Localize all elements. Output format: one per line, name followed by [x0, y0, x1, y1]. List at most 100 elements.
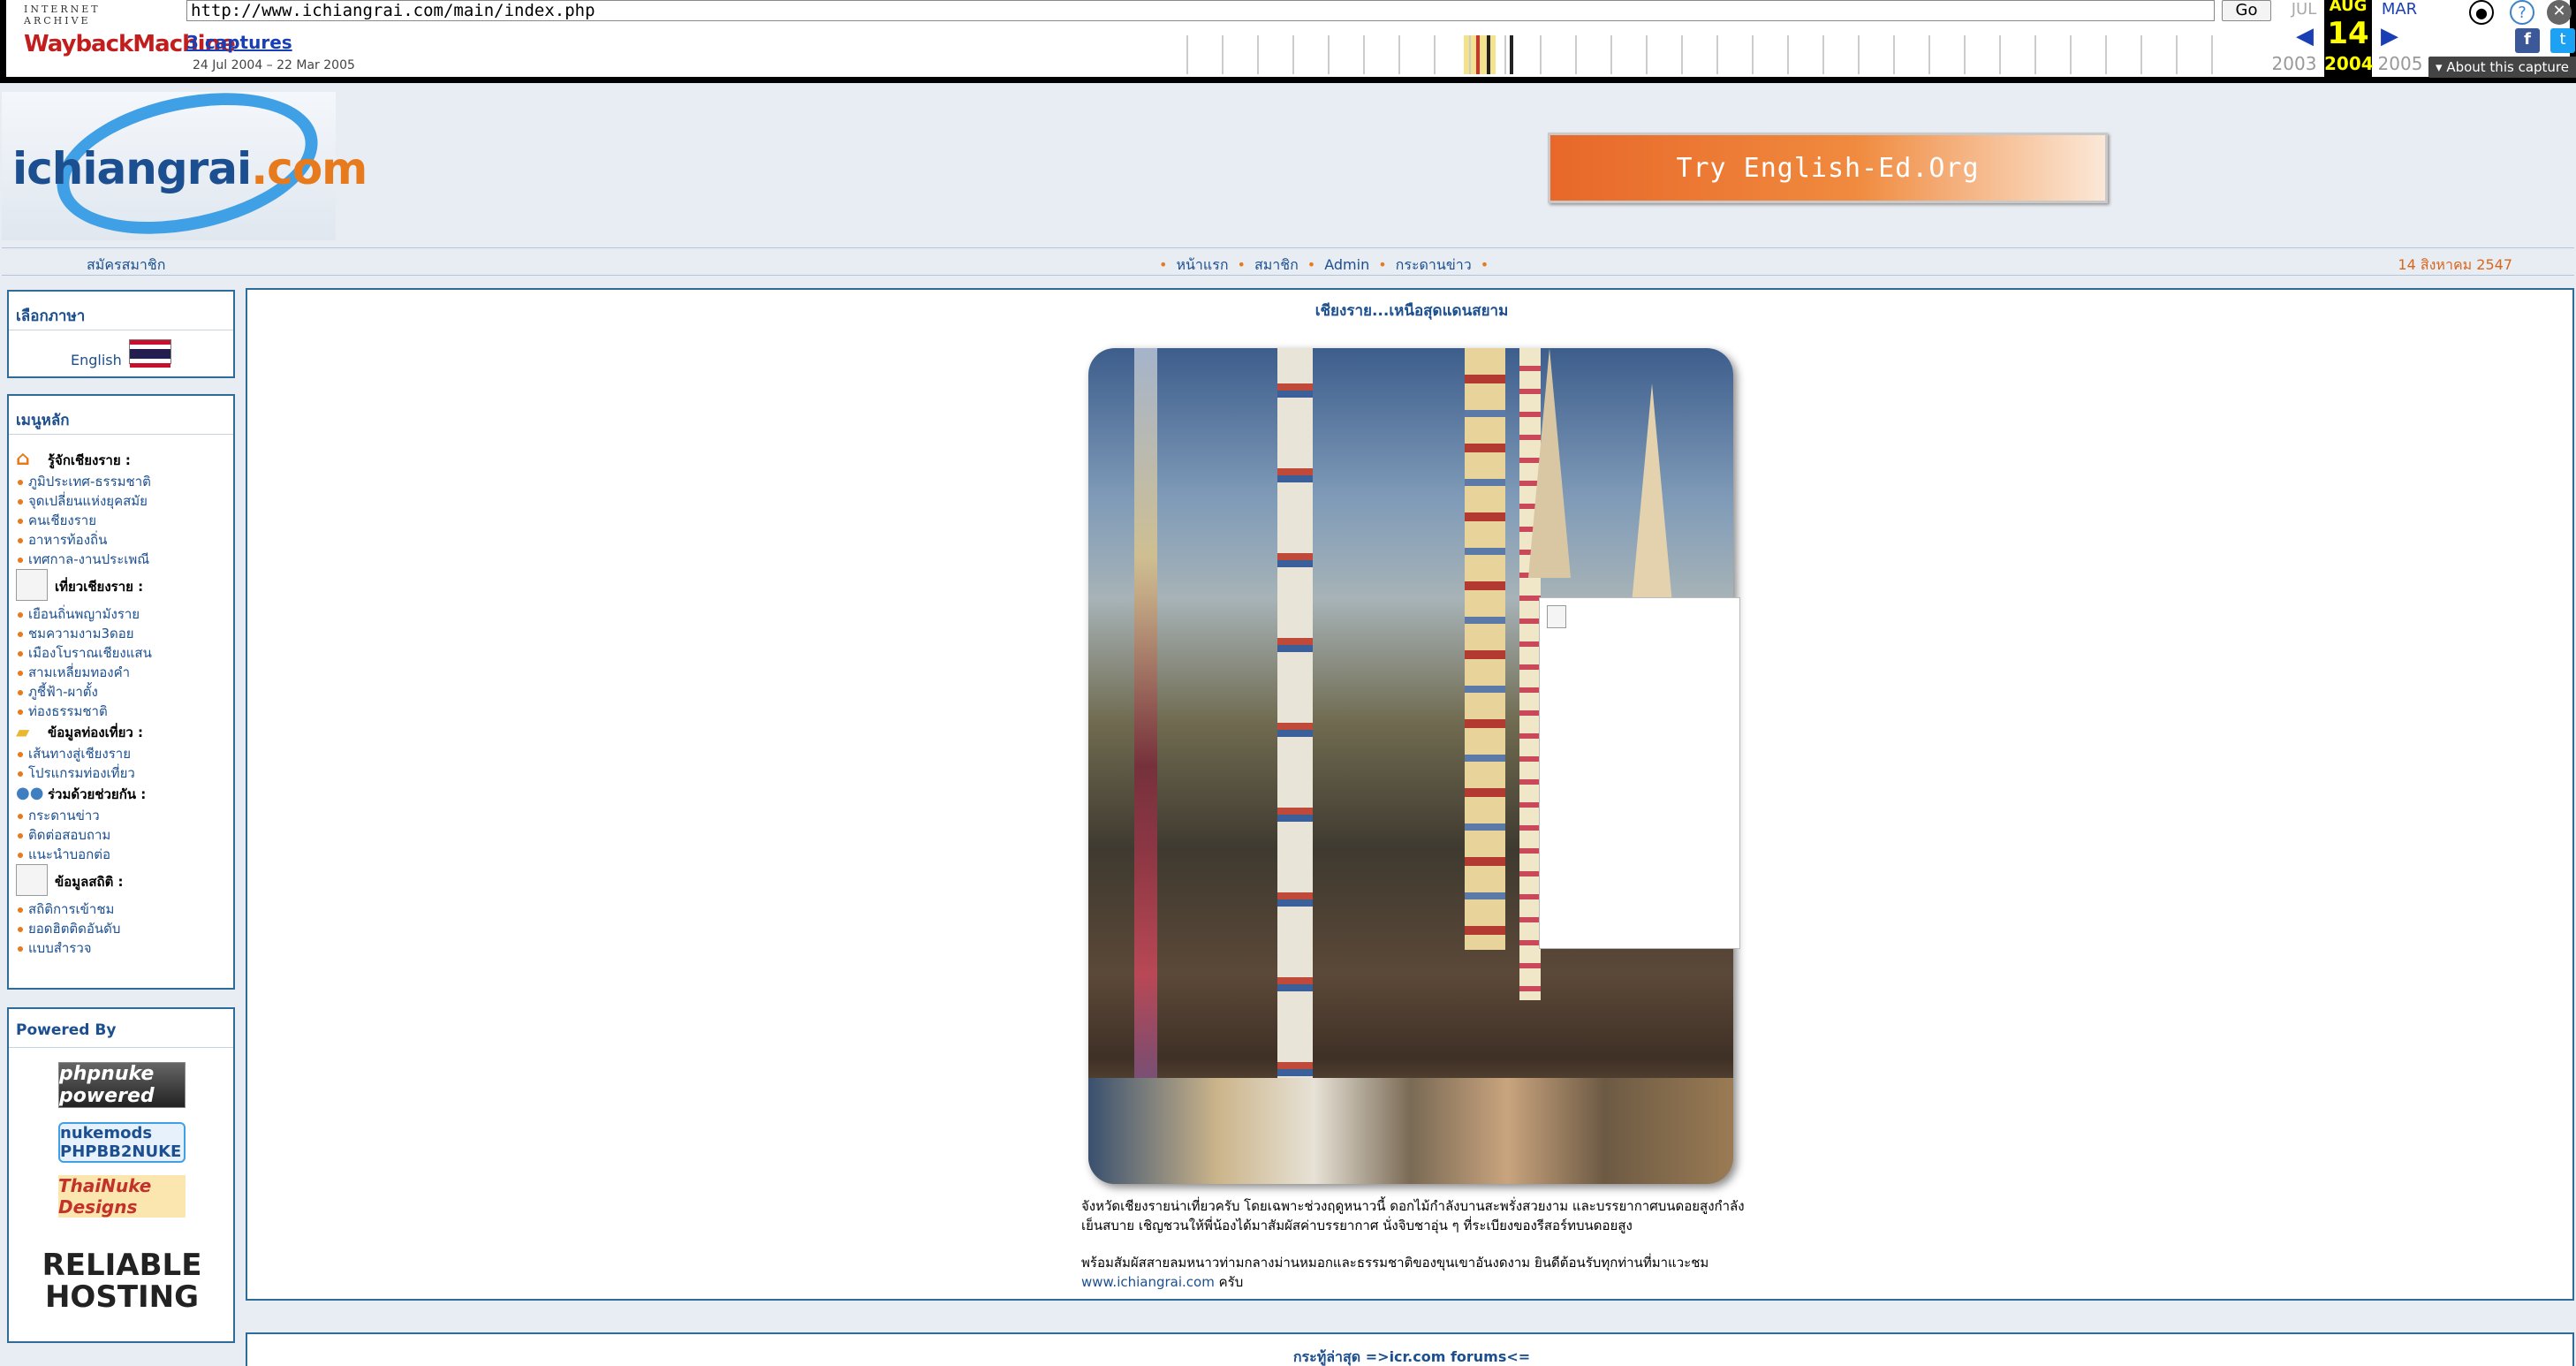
facebook-icon[interactable]: f: [2515, 28, 2540, 53]
wayback-month-prev[interactable]: JUL: [2280, 0, 2328, 19]
nav-link-home[interactable]: หน้าแรก: [1176, 256, 1228, 273]
home-icon: ⌂: [16, 448, 30, 470]
wayback-month-next[interactable]: MAR: [2375, 0, 2423, 19]
ad-banner-text: Try English-Ed.Org: [1676, 153, 1980, 184]
timeline-tick: [1893, 35, 1895, 74]
wayback-go-button[interactable]: Go: [2222, 0, 2271, 21]
wayback-year-next[interactable]: 2005: [2374, 53, 2427, 74]
language-english-link[interactable]: English: [71, 352, 122, 368]
main-content: เชียงราย...เหนือสุดแดนสยาม จังหวัดเชียงร…: [246, 288, 2574, 1301]
nav-separator-icon: •: [1237, 256, 1246, 273]
timeline-tick: [1646, 35, 1648, 74]
timeline-tick: [1681, 35, 1683, 74]
menu-item[interactable]: เทศกาล-งานประเพณี: [16, 550, 231, 569]
menu-item[interactable]: เส้นทางสู่เชียงราย: [16, 744, 231, 763]
logo-wordmark: ichiangrai.com: [12, 143, 367, 194]
main-menu-list: ⌂ รู้จักเชียงราย : ภูมิประเทศ-ธรรมชาติ จุ…: [16, 449, 231, 958]
latest-topics-link[interactable]: กระทู้ล่าสุด =>icr.com forums<=: [247, 1347, 2576, 1366]
wayback-toolbar: INTERNET ARCHIVE WaybackMachine Go 3 cap…: [0, 0, 2576, 83]
next-capture-arrow-icon[interactable]: ▶: [2381, 23, 2398, 49]
reliable-hosting-badge[interactable]: RELIABLE HOSTING: [42, 1230, 201, 1332]
capture-marker[interactable]: [1476, 35, 1480, 74]
nav-link-admin[interactable]: Admin: [1324, 256, 1369, 273]
menu-item[interactable]: สถิติการเข้าชม: [16, 899, 231, 919]
menu-item[interactable]: ภูมิประเทศ-ธรรมชาติ: [16, 472, 231, 491]
phpnuke-badge[interactable]: phpnuke powered: [58, 1062, 186, 1108]
main-menu-block: เมนูหลัก ⌂ รู้จักเชียงราย : ภูมิประเทศ-ธร…: [7, 394, 235, 990]
register-link[interactable]: สมัครสมาชิก: [87, 254, 165, 277]
wayback-capture-range: 24 Jul 2004 – 22 Mar 2005: [193, 58, 355, 72]
thainuke-badge[interactable]: ThaiNuke Designs: [58, 1175, 186, 1218]
menu-item[interactable]: ยอดฮิตติดอันดับ: [16, 919, 231, 938]
timeline-tick: [1222, 35, 1224, 74]
timeline-tick: [1928, 35, 1930, 74]
wayback-url-input[interactable]: [186, 0, 2215, 21]
menu-item[interactable]: ท่องธรรมชาติ: [16, 702, 231, 721]
capture-marker[interactable]: [1487, 35, 1490, 74]
menu-section: ●● ร่วมด้วยช่วยกัน :: [16, 784, 147, 802]
powered-by-title: Powered By: [9, 1009, 233, 1048]
folder-icon: ▰: [16, 721, 30, 742]
timeline-tick: [1469, 35, 1471, 74]
about-capture-button[interactable]: ▾ About this capture: [2428, 57, 2576, 78]
powered-by-block: Powered By phpnuke powered nukemods PHPB…: [7, 1007, 235, 1343]
twitter-icon[interactable]: t: [2550, 28, 2575, 53]
timeline-tick: [1822, 35, 1824, 74]
menu-item[interactable]: เมืองโบราณเชียงแสน: [16, 643, 231, 663]
nav-links: • หน้าแรก • สมาชิก • Admin • กระดานข่าว •: [1150, 254, 1497, 277]
menu-item[interactable]: กระดานข่าว: [16, 806, 231, 825]
menu-item[interactable]: โปรแกรมท่องเที่ยว: [16, 763, 231, 783]
wayback-logo-top: INTERNET ARCHIVE: [24, 4, 101, 27]
broken-image-icon: [16, 569, 48, 601]
wayback-month-current: AUG: [2324, 0, 2372, 14]
nav-separator-icon: •: [1307, 256, 1316, 273]
menu-item[interactable]: แนะนำบอกต่อ: [16, 845, 231, 864]
wayback-day: 14: [2327, 16, 2369, 51]
timeline-tick: [1292, 35, 1294, 74]
menu-section: ข้อมูลสถิติ :: [16, 864, 231, 899]
timeline-tick: [1610, 35, 1612, 74]
menu-item[interactable]: ภูชี้ฟ้า-ผาตั้ง: [16, 682, 231, 702]
ad-banner[interactable]: Try English-Ed.Org: [1548, 133, 2108, 203]
intro-paragraph: จังหวัดเชียงรายน่าเที่ยวครับ โดยเฉพาะช่ว…: [1081, 1198, 1745, 1233]
site-link[interactable]: www.ichiangrai.com: [1081, 1274, 1215, 1290]
photo-strip: [1088, 1078, 1733, 1184]
menu-item[interactable]: คนเชียงราย: [16, 511, 231, 530]
close-icon[interactable]: ✕: [2547, 0, 2572, 25]
wayback-year-prev[interactable]: 2003: [2268, 53, 2321, 74]
timeline-tick: [2105, 35, 2107, 74]
temple-spire: [1631, 383, 1673, 613]
timeline-tick: [1858, 35, 1860, 74]
menu-section: เที่ยวเชียงราย :: [16, 569, 231, 604]
timeline-tick: [2140, 35, 2142, 74]
prev-capture-arrow-icon[interactable]: ◀: [2296, 23, 2314, 49]
timeline-tick: [1540, 35, 1542, 74]
language-block: เลือกภาษา English: [7, 290, 235, 378]
broken-image-icon: [16, 864, 48, 896]
nav-link-members[interactable]: สมาชิก: [1254, 256, 1299, 273]
thai-flag-icon[interactable]: [129, 339, 171, 368]
menu-item[interactable]: แบบสำรวจ: [16, 938, 231, 958]
wayback-captures-link[interactable]: 3 captures: [186, 32, 292, 53]
timeline-tick: [1504, 35, 1506, 74]
page-title: เชียงราย...เหนือสุดแดนสยาม: [1315, 302, 1509, 320]
nukemods-badge[interactable]: nukemods PHPBB2NUKE: [58, 1122, 186, 1163]
menu-item[interactable]: อาหารท้องถิ่น: [16, 530, 231, 550]
menu-item[interactable]: เยือนถิ่นพญามังราย: [16, 604, 231, 624]
latest-topics-block: กระทู้ล่าสุด =>icr.com forums<=: [246, 1332, 2574, 1366]
temple-spire: [1528, 348, 1571, 578]
nav-link-forum[interactable]: กระดานข่าว: [1396, 256, 1472, 273]
capture-marker[interactable]: [1510, 35, 1513, 74]
main-menu-title: เมนูหลัก: [9, 396, 233, 435]
broken-image-icon: [1547, 605, 1566, 628]
user-icon[interactable]: ●: [2469, 0, 2494, 25]
menu-item[interactable]: จุดเปลี่ยนแห่งยุคสมัย: [16, 491, 231, 511]
menu-item[interactable]: ชมความงาม3ดอย: [16, 624, 231, 643]
menu-item[interactable]: สามเหลี่ยมทองคำ: [16, 663, 231, 682]
site-logo[interactable]: ichiangrai.com: [2, 71, 367, 256]
wayback-logo[interactable]: INTERNET ARCHIVE WaybackMachine: [24, 4, 236, 60]
menu-item[interactable]: ติดต่อสอบถาม: [16, 825, 231, 845]
timeline-tick: [1434, 35, 1436, 74]
help-icon[interactable]: ?: [2510, 0, 2534, 25]
wayback-sparkline[interactable]: [1186, 35, 2243, 74]
